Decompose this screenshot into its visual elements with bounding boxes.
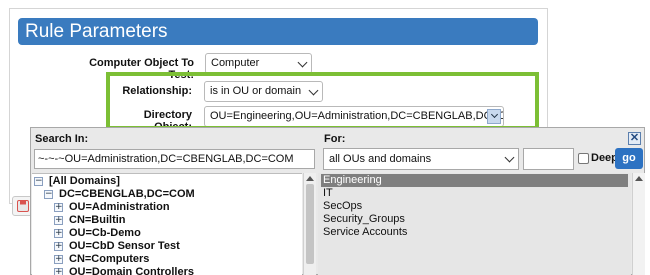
expand-icon[interactable]: + — [54, 268, 63, 275]
tree-node[interactable]: + OU=Administration — [54, 201, 170, 214]
for-value: all OUs and domains — [329, 153, 432, 165]
list-item[interactable]: IT — [321, 187, 628, 200]
scrollbar-thumb[interactable] — [306, 184, 314, 264]
scroll-up-icon[interactable] — [635, 176, 643, 181]
deep-label: Deep — [591, 152, 618, 164]
directory-tree: − [All Domains] − DC=CBENGLAB,DC=COM + OU=A… — [32, 173, 302, 275]
expand-icon[interactable]: + — [54, 216, 63, 225]
highlight-frame — [106, 72, 539, 130]
tree-node[interactable]: + OU=Domain Controllers — [54, 266, 194, 275]
expand-icon[interactable]: + — [54, 242, 63, 251]
list-scrollbar[interactable] — [632, 173, 645, 275]
tree-node-domain[interactable]: − DC=CBENGLAB,DC=COM — [44, 188, 195, 201]
for-label: For: — [324, 133, 346, 145]
tree-node[interactable]: + CN=Builtin — [54, 214, 126, 227]
tree-scrollbar[interactable] — [303, 173, 316, 275]
tree-node[interactable]: + OU=Cb-Demo — [54, 227, 141, 240]
expand-icon[interactable]: + — [54, 255, 63, 264]
collapse-icon[interactable]: − — [44, 190, 53, 199]
chevron-down-icon — [297, 57, 308, 68]
expand-icon[interactable]: + — [54, 229, 63, 238]
list-item[interactable]: Engineering — [321, 174, 628, 187]
filter-input[interactable] — [523, 148, 574, 170]
scroll-up-icon[interactable] — [306, 176, 314, 181]
list-item[interactable]: Security_Groups — [321, 213, 628, 226]
panel-title: Rule Parameters — [18, 18, 538, 45]
deep-checkbox[interactable] — [578, 153, 589, 164]
close-icon[interactable]: ✕ — [628, 132, 641, 145]
tree-node[interactable]: + OU=CbD Sensor Test — [54, 240, 180, 253]
collapse-icon[interactable]: − — [34, 177, 43, 186]
save-icon — [17, 200, 29, 212]
computer-object-select[interactable]: Computer — [205, 53, 312, 74]
search-in-label: Search In: — [35, 133, 89, 145]
for-select[interactable]: all OUs and domains — [323, 148, 519, 170]
tree-node-all-domains[interactable]: − [All Domains] — [34, 175, 120, 188]
list-item[interactable]: SecOps — [321, 200, 628, 213]
computer-object-value: Computer — [211, 57, 260, 69]
expand-icon[interactable]: + — [54, 203, 63, 212]
tree-node[interactable]: + CN=Computers — [54, 253, 149, 266]
search-in-input[interactable]: ~-~-~OU=Administration,DC=CBENGLAB,DC=CO… — [34, 149, 315, 169]
list-item[interactable]: Service Accounts — [321, 226, 628, 239]
go-button[interactable]: go — [615, 148, 643, 169]
results-list: Engineering IT SecOps Security_Groups Se… — [318, 173, 631, 275]
directory-picker-popup: Search In: For: ✕ ~-~-~OU=Administration… — [30, 127, 645, 275]
chevron-down-icon — [504, 152, 515, 163]
